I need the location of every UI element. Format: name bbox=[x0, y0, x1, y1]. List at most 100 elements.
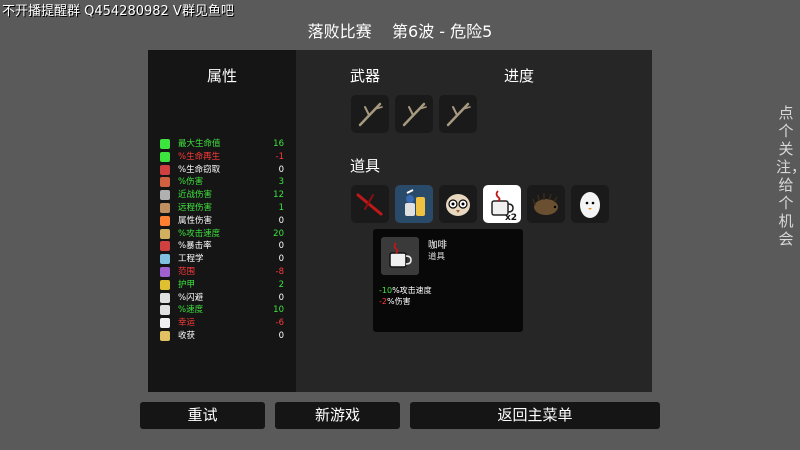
stat-name: %攻击速度 bbox=[178, 228, 221, 239]
stat-value: -8 bbox=[275, 267, 284, 277]
new-game-button[interactable]: 新游戏 bbox=[275, 402, 400, 429]
stats-title: 属性 bbox=[206, 67, 237, 85]
fist-icon bbox=[160, 177, 170, 188]
stat-row: 护甲 2 bbox=[158, 279, 290, 291]
coffee-icon bbox=[389, 242, 412, 268]
stat-row: 近战伤害 12 bbox=[158, 189, 290, 201]
effect-value: -2 bbox=[379, 297, 387, 306]
shield-icon bbox=[160, 279, 170, 290]
tooltip-effect-1: -10%攻击速度 bbox=[379, 285, 432, 296]
sword-icon bbox=[160, 190, 170, 201]
effect-text: %攻击速度 bbox=[392, 286, 432, 295]
stat-name: %速度 bbox=[178, 305, 204, 316]
stick-weapon-icon bbox=[402, 102, 427, 127]
item-slot-2[interactable] bbox=[395, 185, 433, 223]
harvest-icon bbox=[160, 331, 170, 341]
stat-row: %生命再生 -1 bbox=[158, 151, 290, 163]
stat-name: 远程伤害 bbox=[178, 203, 213, 213]
stat-name: 近战伤害 bbox=[178, 190, 213, 201]
stat-name: 幸运 bbox=[178, 318, 196, 329]
stick-weapon-icon bbox=[358, 102, 383, 127]
stat-name: 最大生命值 bbox=[178, 139, 221, 149]
stat-row: 最大生命值 16 bbox=[158, 138, 290, 150]
stat-value: 0 bbox=[278, 254, 284, 265]
item-slot-6[interactable] bbox=[571, 185, 609, 223]
stat-row: 属性伤害 0 bbox=[158, 215, 290, 227]
heart-icon bbox=[160, 139, 170, 149]
stat-value: 3 bbox=[278, 177, 284, 188]
hourglass-icon bbox=[160, 228, 170, 239]
dodge-icon bbox=[160, 292, 170, 303]
stat-value: 1 bbox=[278, 203, 284, 213]
owl-item-icon bbox=[446, 194, 470, 216]
tooltip-effect-2: -2%伤害 bbox=[379, 296, 411, 307]
weapon-slot-1[interactable] bbox=[351, 95, 389, 133]
main-menu-button[interactable]: 返回主菜单 bbox=[410, 402, 660, 429]
stat-row: 远程伤害 1 bbox=[158, 202, 290, 214]
weapons-title: 武器 bbox=[350, 67, 381, 85]
item-slot-4-selected[interactable]: x2 bbox=[483, 185, 521, 223]
run-summary-panel: 属性 最大生命值 16 %生命再生 -1 %生命窃取 0 %伤害 3 近战伤害 12 远程伤害 1 属性… bbox=[148, 50, 652, 392]
stat-row: 幸运 -6 bbox=[158, 317, 290, 329]
stat-row: %生命窃取 0 bbox=[158, 164, 290, 176]
boot-icon bbox=[160, 305, 170, 316]
retry-button[interactable]: 重试 bbox=[140, 402, 265, 429]
stat-value: 16 bbox=[273, 139, 284, 149]
lifesteal-icon bbox=[160, 164, 170, 175]
hedgehog-item-icon bbox=[532, 193, 558, 215]
stick-weapon-icon bbox=[446, 102, 471, 127]
stat-name: %暴击率 bbox=[178, 241, 212, 252]
stat-name: %生命窃取 bbox=[178, 164, 221, 175]
stream-banner: 不开播提醒群 Q454280982 V群见鱼吧 bbox=[2, 4, 234, 19]
stat-name: 范围 bbox=[178, 267, 196, 277]
stat-value: 2 bbox=[278, 279, 284, 290]
range-icon bbox=[160, 267, 170, 277]
stat-value: -6 bbox=[275, 318, 284, 329]
stat-value: 0 bbox=[278, 292, 284, 303]
stat-row: %伤害 3 bbox=[158, 176, 290, 188]
egg-item-icon bbox=[580, 192, 600, 218]
dice-icon bbox=[160, 318, 170, 329]
tooltip-item-icon bbox=[381, 237, 419, 275]
stat-row: %速度 10 bbox=[158, 304, 290, 316]
stat-value: 0 bbox=[278, 215, 284, 226]
bow-icon bbox=[160, 203, 170, 213]
progress-title: 进度 bbox=[504, 67, 535, 85]
item-slot-5[interactable] bbox=[527, 185, 565, 223]
weapon-slot-2[interactable] bbox=[395, 95, 433, 133]
stat-value: 20 bbox=[273, 228, 284, 239]
stat-name: %伤害 bbox=[178, 177, 204, 188]
items-title: 道具 bbox=[350, 157, 381, 175]
crit-icon bbox=[160, 241, 170, 252]
coffee-item-icon: x2 bbox=[491, 190, 517, 223]
stat-row: %攻击速度 20 bbox=[158, 228, 290, 240]
stat-value: 0 bbox=[278, 331, 284, 341]
stat-row: %暴击率 0 bbox=[158, 240, 290, 252]
stat-name: %闪避 bbox=[178, 292, 204, 303]
stat-name: 工程学 bbox=[178, 254, 204, 265]
stat-row: %闪避 0 bbox=[158, 292, 290, 304]
heart-regen-icon bbox=[160, 151, 170, 162]
stat-value: -1 bbox=[275, 151, 284, 162]
tooltip-item-type: 道具 bbox=[428, 252, 446, 262]
potion-item-icon bbox=[405, 189, 425, 216]
stat-value: 0 bbox=[278, 164, 284, 175]
stat-value: 10 bbox=[273, 305, 284, 316]
wrench-icon bbox=[160, 254, 170, 265]
flame-icon bbox=[160, 215, 170, 226]
stat-name: 护甲 bbox=[178, 279, 196, 290]
stat-row: 范围 -8 bbox=[158, 266, 290, 278]
stream-side-text: 点个关注，给个机会 bbox=[776, 104, 800, 248]
item-slot-1[interactable] bbox=[351, 185, 389, 223]
stat-name: 属性伤害 bbox=[178, 215, 213, 226]
effect-text: %伤害 bbox=[386, 297, 411, 306]
stat-row: 工程学 0 bbox=[158, 253, 290, 265]
stat-name: %生命再生 bbox=[178, 151, 221, 162]
stat-value: 0 bbox=[278, 241, 284, 252]
item-slot-3[interactable] bbox=[439, 185, 477, 223]
weapon-slot-3[interactable] bbox=[439, 95, 477, 133]
stat-row: 收获 0 bbox=[158, 330, 290, 342]
item-count: x2 bbox=[505, 213, 517, 223]
effect-value: -10 bbox=[379, 286, 393, 295]
item-tooltip: 咖啡 道具 -10%攻击速度 -2%伤害 bbox=[373, 229, 523, 332]
